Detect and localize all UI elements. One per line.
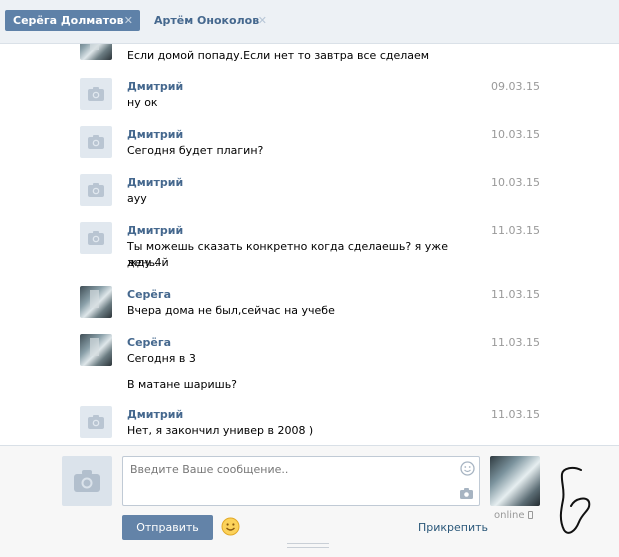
avatar[interactable] (80, 286, 112, 318)
camera-icon (88, 135, 104, 149)
my-avatar[interactable] (62, 456, 112, 506)
attach-photo-icon[interactable] (460, 488, 473, 499)
close-icon[interactable]: ✕ (258, 10, 267, 31)
message-date[interactable]: 10.03.15 (491, 176, 540, 189)
message-author[interactable]: Дмитрий (127, 176, 183, 189)
message-date[interactable]: 10.03.15 (491, 128, 540, 141)
message-date[interactable]: 11.03.15 (491, 336, 540, 349)
message-author[interactable]: Дмитрий (127, 224, 183, 237)
tab-label: Серёга Долматов (13, 14, 124, 27)
message-item: Дмитрий 11.03.15 Нет, я закончил универ … (80, 406, 540, 442)
message-author[interactable]: Серёга (127, 288, 171, 301)
camera-icon (88, 415, 104, 429)
tab-sergey-dolmatov[interactable]: Серёга Долматов ✕ (5, 10, 140, 31)
avatar[interactable] (80, 174, 112, 206)
avatar[interactable] (80, 222, 112, 254)
camera-icon (88, 183, 104, 197)
message-text: Вчера дома не был,сейчас на учебе (127, 304, 335, 317)
handwritten-scribble (559, 466, 591, 534)
message-item: Если домой попаду.Если нет то завтра все… (80, 44, 540, 68)
message-input[interactable]: Введите Ваше сообщение.. (122, 456, 480, 506)
avatar[interactable] (80, 44, 112, 60)
send-button[interactable]: Отправить (122, 515, 213, 540)
peer-avatar[interactable] (490, 456, 540, 506)
message-text: Если домой попаду.Если нет то завтра все… (127, 49, 430, 62)
message-date[interactable]: 09.03.15 (491, 80, 540, 93)
message-text: ну ок (127, 96, 158, 109)
attach-link[interactable]: Прикрепить (418, 521, 488, 534)
tab-label: Артём Оноколов (154, 14, 260, 27)
message-author[interactable]: Дмитрий (127, 80, 183, 93)
conversation-tabs: Серёга Долматов ✕ Артём Оноколов ✕ (0, 0, 619, 44)
message-text: ауу (127, 192, 147, 205)
online-status: online (494, 510, 533, 521)
avatar[interactable] (80, 78, 112, 110)
emoji-icon[interactable] (221, 517, 240, 536)
avatar[interactable] (80, 406, 112, 438)
message-text: Нет, я закончил универ в 2008 ) (127, 424, 314, 437)
message-text: Сегодня в 3 (127, 352, 196, 365)
message-author[interactable]: Дмитрий (127, 128, 183, 141)
message-date[interactable]: 11.03.15 (491, 408, 540, 421)
message-author[interactable]: Серёга (127, 336, 171, 349)
message-text: Сегодня будет плагин? (127, 144, 264, 157)
resize-handle[interactable] (287, 543, 329, 548)
message-item: Дмитрий 11.03.15 Ты можешь сказать конкр… (80, 222, 540, 280)
avatar[interactable] (80, 126, 112, 158)
message-item: Дмитрий 10.03.15 ауу (80, 174, 540, 214)
message-date[interactable]: 11.03.15 (491, 288, 540, 301)
message-item: Дмитрий 10.03.15 Сегодня будет плагин? (80, 126, 540, 166)
message-item: Дмитрий 09.03.15 ну ок (80, 78, 540, 118)
message-item: Серёга 11.03.15 Вчера дома не был,сейчас… (80, 286, 540, 326)
message-input-placeholder: Введите Ваше сообщение.. (130, 463, 289, 476)
camera-icon (88, 87, 104, 101)
mobile-icon (527, 511, 533, 519)
message-author[interactable]: Дмитрий (127, 408, 183, 421)
message-item: Серёга 11.03.15 Сегодня в 3 В матане шар… (80, 334, 540, 398)
close-icon[interactable]: ✕ (124, 10, 133, 31)
message-text: В матане шаришь? (127, 378, 238, 391)
camera-icon (88, 231, 104, 245)
message-text: день. (127, 256, 159, 269)
avatar[interactable] (80, 334, 112, 366)
message-date[interactable]: 11.03.15 (491, 224, 540, 237)
camera-icon (74, 470, 100, 492)
message-history[interactable]: Если домой попаду.Если нет то завтра все… (0, 44, 619, 442)
tab-artem-onokolov[interactable]: Артём Оноколов ✕ (146, 10, 270, 31)
chat-window: Серёга Долматов ✕ Артём Оноколов ✕ Если … (0, 0, 619, 557)
message-composer: Введите Ваше сообщение.. Отправить Прикр… (0, 445, 619, 557)
smiley-icon[interactable] (460, 461, 475, 476)
online-status-label: online (494, 510, 525, 521)
